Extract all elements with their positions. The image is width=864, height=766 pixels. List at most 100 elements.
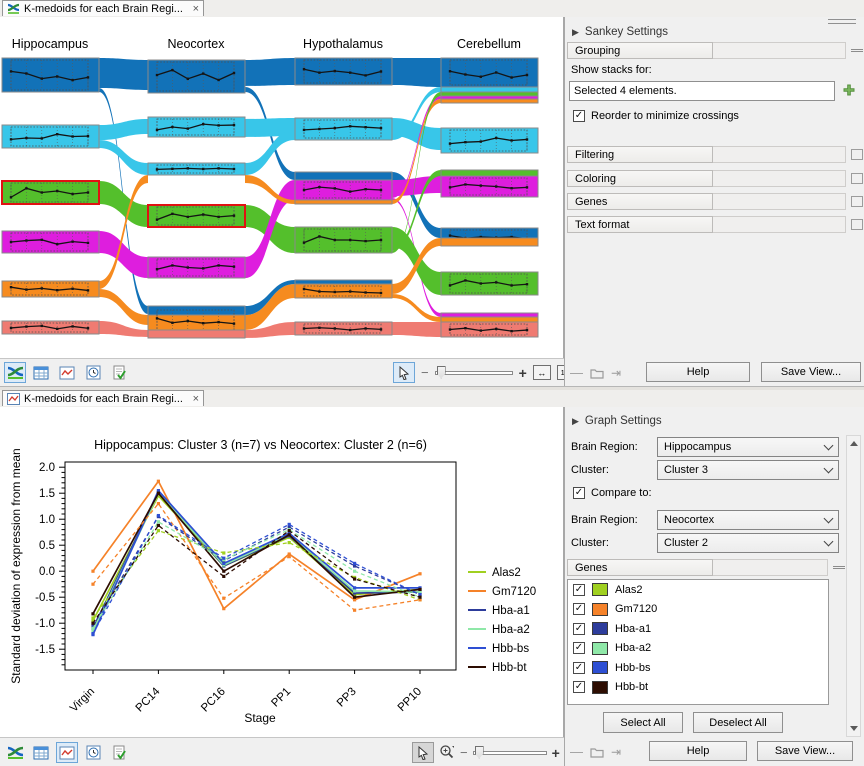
element-info-button[interactable] [108, 742, 130, 763]
sankey-node[interactable] [148, 117, 245, 137]
collapse-section-icon[interactable] [851, 49, 863, 56]
sankey-link[interactable] [392, 322, 441, 337]
sankey-link[interactable] [99, 181, 148, 227]
gene-color-swatch[interactable] [592, 622, 608, 635]
gene-row[interactable]: ✓Hbb-bt [568, 678, 828, 698]
sankey-node[interactable] [148, 306, 245, 315]
gene-color-swatch[interactable] [592, 661, 608, 674]
gene-checkbox[interactable]: ✓ [573, 623, 585, 635]
add-stack-button[interactable] [842, 83, 856, 100]
cluster-dropdown[interactable]: Cluster 3 [657, 460, 839, 480]
compare-checkbox[interactable]: ✓ [573, 487, 585, 499]
gene-checkbox[interactable]: ✓ [573, 681, 585, 693]
minimize-sidebar-icon[interactable]: — [570, 744, 583, 759]
history-view-button[interactable] [82, 742, 104, 763]
sankey-link[interactable] [392, 294, 441, 322]
dock-icon[interactable]: ⇥ [611, 366, 621, 380]
sankey-link[interactable] [392, 118, 441, 150]
zoom-in-icon[interactable]: + [519, 365, 527, 381]
gene-checkbox[interactable]: ✓ [573, 662, 585, 674]
tab-close-icon[interactable]: × [193, 394, 199, 404]
expand-section-icon[interactable] [851, 196, 863, 207]
sankey-node[interactable] [441, 99, 538, 103]
zoom-tool-button[interactable] [439, 744, 455, 762]
gene-checkbox[interactable]: ✓ [573, 584, 585, 596]
cluster2-dropdown[interactable]: Cluster 2 [657, 533, 839, 553]
sankey-view-button[interactable] [4, 362, 26, 383]
help-button[interactable]: Help [649, 741, 747, 761]
expand-section-icon[interactable] [851, 173, 863, 184]
history-view-button[interactable] [82, 362, 104, 383]
expand-section-icon[interactable] [851, 149, 863, 160]
zoom-out-icon[interactable]: − [421, 365, 429, 380]
gene-checkbox[interactable]: ✓ [573, 642, 585, 654]
sidebar-splitter-handle[interactable] [828, 19, 856, 24]
scroll-down-icon[interactable] [847, 721, 860, 736]
gene-color-swatch[interactable] [592, 603, 608, 616]
minimize-sidebar-icon[interactable]: — [570, 365, 583, 380]
collapse-arrow-icon[interactable]: ▶ [572, 27, 579, 38]
dock-icon[interactable]: ⇥ [611, 745, 621, 759]
zoom-out-icon[interactable]: − [460, 745, 468, 760]
grouping-section-header[interactable]: Grouping [567, 42, 863, 59]
text-format-section-header[interactable]: Text format [567, 216, 863, 233]
filtering-section-header[interactable]: Filtering [567, 146, 863, 163]
sankey-node[interactable] [295, 200, 392, 204]
sankey-node[interactable] [441, 87, 538, 92]
select-all-button[interactable]: Select All [603, 712, 683, 733]
sankey-link[interactable] [99, 140, 148, 175]
graph-view-button[interactable] [56, 742, 78, 763]
sidebar-scrollbar[interactable] [846, 435, 861, 737]
sankey-node[interactable] [441, 313, 538, 317]
help-button[interactable]: Help [646, 362, 750, 382]
folder-icon[interactable] [590, 367, 604, 379]
sankey-link[interactable] [245, 58, 295, 86]
sankey-node[interactable] [295, 280, 392, 284]
sankey-view-button[interactable] [4, 742, 26, 763]
zoom-slider[interactable] [435, 371, 513, 375]
deselect-all-button[interactable]: Deselect All [693, 712, 783, 733]
stacks-field[interactable]: Selected 4 elements. [569, 81, 835, 101]
table-view-button[interactable] [30, 362, 52, 383]
sankey-node[interactable] [148, 330, 245, 338]
sankey-node[interactable] [2, 58, 99, 92]
tab-close-icon[interactable]: × [193, 4, 199, 14]
sankey-link[interactable] [99, 119, 148, 140]
zoom-in-icon[interactable]: + [552, 745, 560, 761]
save-view-button[interactable]: Save View... [761, 362, 861, 382]
gene-checkbox[interactable]: ✓ [573, 603, 585, 615]
gene-color-swatch[interactable] [592, 583, 608, 596]
gene-row[interactable]: ✓Alas2 [568, 580, 828, 600]
coloring-section-header[interactable]: Coloring [567, 170, 863, 187]
gene-row[interactable]: ✓Hbb-bs [568, 658, 828, 678]
genes-section-header[interactable]: Genes [567, 559, 845, 576]
gene-color-swatch[interactable] [592, 681, 608, 694]
zoom-slider[interactable] [473, 751, 547, 755]
gene-row[interactable]: ✓Gm7120 [568, 600, 828, 620]
genes-section-header-top[interactable]: Genes [567, 193, 863, 210]
tab-sankey-view[interactable]: K-medoids for each Brain Regi... × [2, 0, 204, 16]
element-info-button[interactable] [108, 362, 130, 383]
graph-view-button[interactable] [56, 362, 78, 383]
sankey-node[interactable] [441, 170, 538, 176]
sankey-link[interactable] [392, 58, 441, 87]
brain-region2-dropdown[interactable]: Neocortex [657, 510, 839, 530]
sankey-node[interactable] [295, 172, 392, 180]
tab-graph-view[interactable]: K-medoids for each Brain Regi... × [2, 390, 204, 406]
sankey-node[interactable] [441, 128, 538, 153]
gene-row[interactable]: ✓Hba-a1 [568, 619, 828, 639]
pan-cursor-button[interactable] [393, 362, 415, 383]
gene-row[interactable]: ✓Hba-a2 [568, 639, 828, 659]
sankey-link[interactable] [99, 289, 148, 325]
sankey-node[interactable] [441, 238, 538, 246]
gene-color-swatch[interactable] [592, 642, 608, 655]
reorder-checkbox[interactable]: ✓ [573, 110, 585, 122]
select-cursor-button[interactable] [412, 742, 434, 763]
scroll-up-icon[interactable] [847, 436, 860, 451]
fit-width-button[interactable]: ↔ [533, 365, 551, 380]
save-view-button[interactable]: Save View... [757, 741, 853, 761]
brain-region-dropdown[interactable]: Hippocampus [657, 437, 839, 457]
table-view-button[interactable] [30, 742, 52, 763]
sankey-link[interactable] [99, 231, 148, 278]
collapse-section-icon[interactable] [833, 566, 845, 573]
